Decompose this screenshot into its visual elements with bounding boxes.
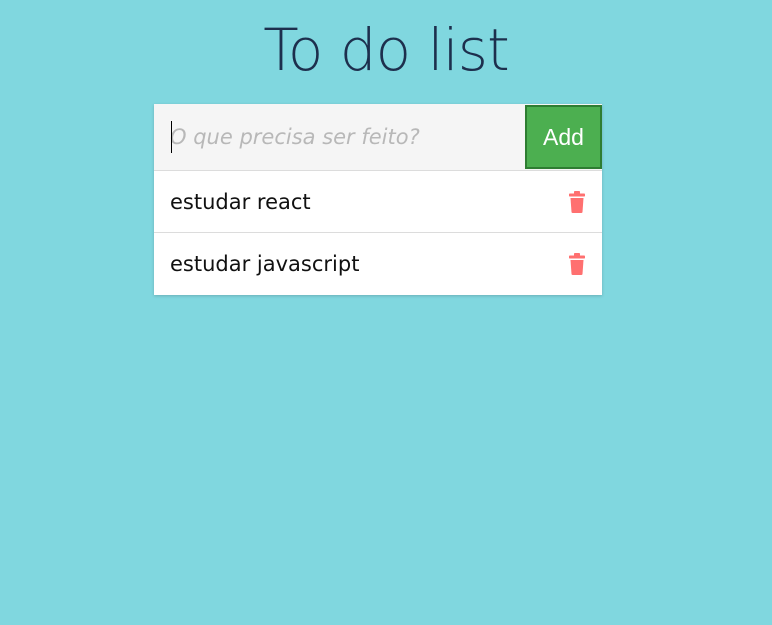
todo-card: Add estudar react estudar javascript: [154, 104, 602, 295]
text-caret: [171, 121, 172, 153]
todo-list: estudar react estudar javascript: [154, 171, 602, 295]
delete-todo-button[interactable]: [568, 190, 586, 214]
new-todo-input[interactable]: [154, 104, 525, 170]
todo-item: estudar react: [154, 171, 602, 233]
todo-item-text: estudar javascript: [170, 252, 360, 276]
todo-item-text: estudar react: [170, 189, 311, 214]
page-title: To do list: [263, 16, 509, 84]
add-button[interactable]: Add: [525, 105, 602, 169]
todo-item: estudar javascript: [154, 233, 602, 295]
delete-todo-button[interactable]: [568, 252, 586, 276]
trash-icon: [569, 190, 585, 213]
new-todo-form: Add: [154, 104, 602, 171]
trash-icon: [569, 253, 585, 275]
